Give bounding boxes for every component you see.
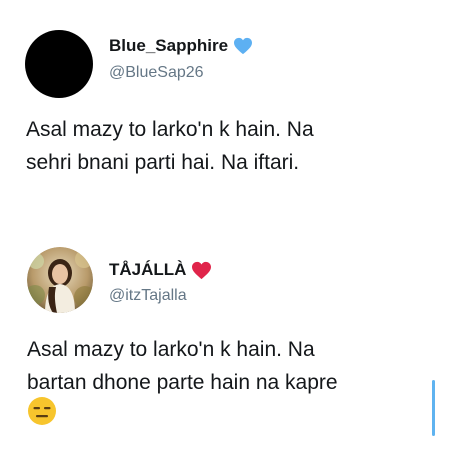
handle[interactable]: @BlueSap26 xyxy=(109,64,204,82)
display-name[interactable]: TÅJÁLLÀ xyxy=(109,260,186,280)
tweet-text-line: Asal mazy to larko'n k hain. Na xyxy=(26,118,314,141)
tweet-text-line: sehri bnani parti hai. Na iftari. xyxy=(26,151,300,174)
display-name[interactable]: Blue_Sapphire xyxy=(109,36,228,56)
author-row: Blue_Sapphire xyxy=(109,36,253,56)
scroll-indicator[interactable] xyxy=(432,380,435,436)
expressionless-face-icon xyxy=(28,397,56,425)
tweet-text-line: bartan dhone parte hain na kapre xyxy=(27,371,338,394)
tweet-text-line: Asal mazy to larko'n k hain. Na xyxy=(27,338,315,361)
tweet-text: Asal mazy to larko'n k hain. Na bartan d… xyxy=(27,333,338,399)
avatar[interactable] xyxy=(27,247,93,313)
tweet-text: Asal mazy to larko'n k hain. Na sehri bn… xyxy=(26,113,314,179)
tweet[interactable]: Blue_Sapphire @BlueSap26 Asal mazy to la… xyxy=(0,0,450,230)
handle[interactable]: @itzTajalla xyxy=(109,287,187,305)
blue-heart-icon xyxy=(234,37,253,55)
red-heart-icon xyxy=(192,261,212,279)
author-row: TÅJÁLLÀ xyxy=(109,260,212,280)
avatar[interactable] xyxy=(25,30,93,98)
